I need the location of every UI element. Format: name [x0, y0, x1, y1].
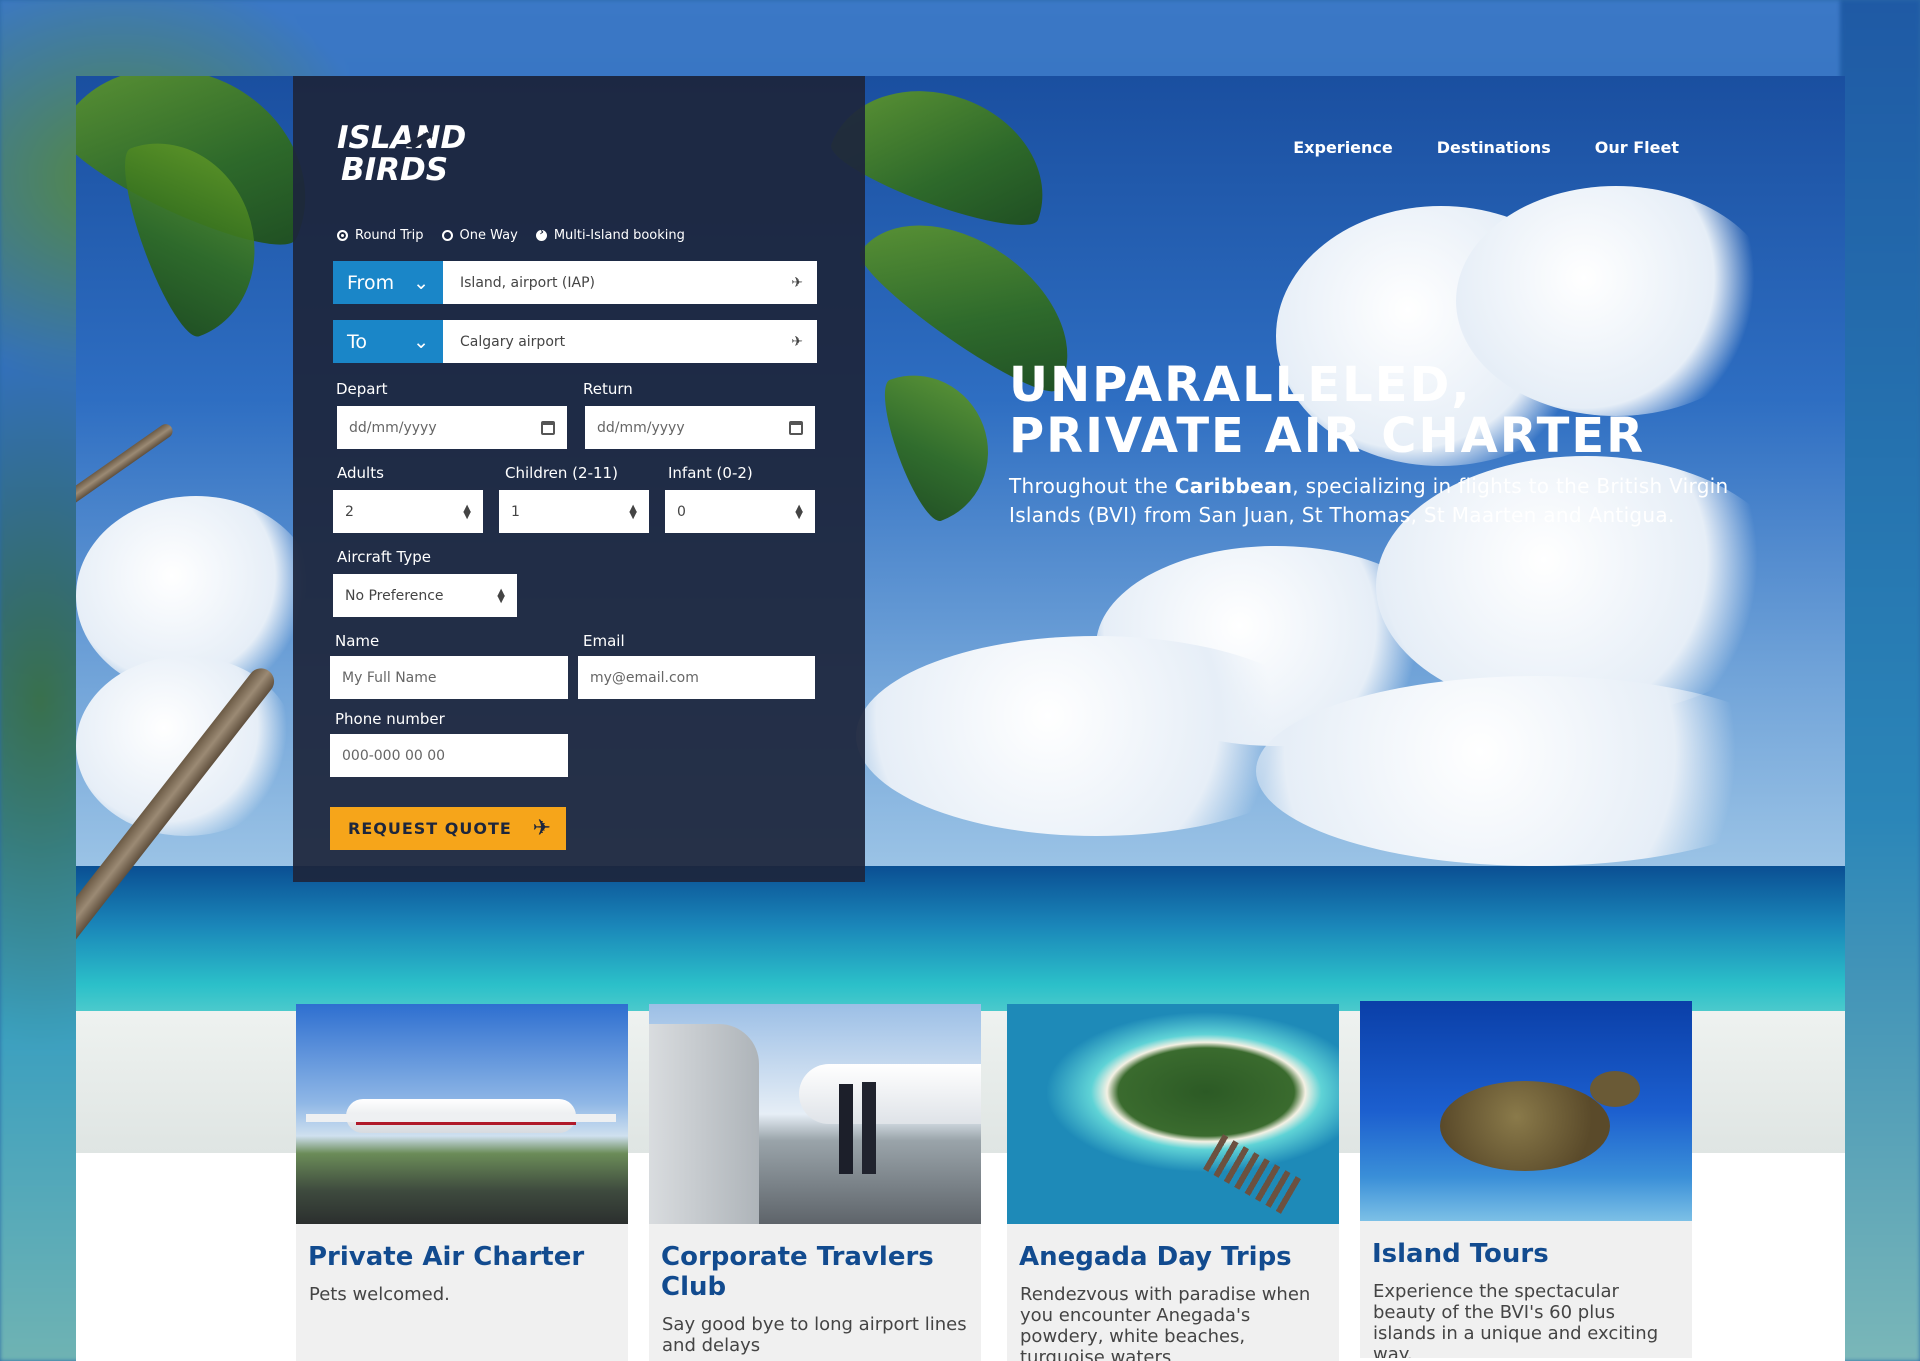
card-text: Say good bye to long airport lines and d…: [662, 1314, 967, 1356]
subtitle-bold: Caribbean: [1174, 474, 1293, 498]
hero-title: UNPARALLELED, PRIVATE AIR CHARTER: [1009, 360, 1729, 462]
request-quote-button[interactable]: REQUEST QUOTE ✈: [330, 807, 566, 850]
radio-round-trip[interactable]: [337, 230, 348, 241]
card-corporate-club[interactable]: Corporate Travlers Club Say good bye to …: [649, 1004, 981, 1361]
card-image-jet: [649, 1004, 981, 1224]
children-select[interactable]: 1 ▲ ▼: [499, 490, 649, 533]
island-birds-logo[interactable]: ISLAND BIRDS: [335, 118, 480, 184]
booking-panel: ISLAND BIRDS Round Trip One Way Multi-Is…: [293, 76, 865, 882]
to-label: To: [347, 330, 368, 353]
to-value: Calgary airport: [460, 333, 566, 350]
from-value: Island, airport (IAP): [460, 274, 595, 291]
updown-arrows-icon: ▲ ▼: [463, 502, 471, 521]
from-select[interactable]: From ⌄: [333, 261, 443, 304]
subtitle-pre: Throughout the: [1009, 474, 1175, 498]
aircraft-select[interactable]: No Preference ▲ ▼: [333, 574, 517, 617]
card-image-plane: [296, 1004, 628, 1224]
name-label: Name: [335, 632, 380, 650]
radio-one-way[interactable]: [441, 230, 453, 241]
hero-subtitle: Throughout the Caribbean, specializing i…: [1009, 472, 1729, 530]
children-value: 1: [511, 503, 520, 520]
card-title: Corporate Travlers Club: [661, 1242, 934, 1302]
calendar-icon[interactable]: [789, 420, 803, 435]
name-placeholder: My Full Name: [342, 669, 437, 686]
name-input[interactable]: My Full Name: [330, 656, 568, 699]
request-quote-label: REQUEST QUOTE: [348, 819, 512, 838]
phone-input[interactable]: 000-000 00 00: [330, 734, 568, 777]
return-placeholder: dd/mm/yyyy: [597, 419, 685, 436]
from-row: From ⌄ Island, airport (IAP) ✈: [333, 261, 817, 304]
children-label: Children (2-11): [505, 464, 618, 482]
main-nav: Experience Destinations Our Fleet: [1293, 138, 1679, 157]
trip-oneway-label: One Way: [459, 228, 518, 243]
to-row: To ⌄ Calgary airport ✈: [333, 320, 817, 363]
trip-round-label: Round Trip: [355, 228, 424, 243]
hero-title-line2: PRIVATE AIR CHARTER: [1009, 408, 1646, 464]
plane-arrival-icon: ✈: [791, 333, 803, 350]
aircraft-label: Aircraft Type: [337, 548, 431, 566]
return-label: Return: [583, 380, 633, 398]
phone-label: Phone number: [335, 710, 445, 728]
card-anegada-trips[interactable]: Anegada Day Trips Rendezvous with paradi…: [1007, 1004, 1339, 1361]
updown-arrows-icon: ▲ ▼: [629, 502, 637, 521]
email-input[interactable]: my@email.com: [578, 656, 815, 699]
infant-label: Infant (0-2): [668, 464, 753, 482]
chevron-down-icon: ⌄: [413, 271, 429, 294]
depart-date-input[interactable]: dd/mm/yyyy: [337, 406, 567, 449]
card-image-turtle: [1360, 1001, 1692, 1221]
radio-multi-island[interactable]: [535, 227, 547, 241]
calendar-icon[interactable]: [541, 420, 555, 435]
trip-multi[interactable]: Multi-Island booking: [535, 227, 685, 243]
nav-our-fleet[interactable]: Our Fleet: [1595, 138, 1679, 157]
depart-label: Depart: [336, 380, 388, 398]
updown-arrows-icon: ▲ ▼: [497, 586, 505, 605]
updown-arrows-icon: ▲ ▼: [795, 502, 803, 521]
hero-title-line1: UNPARALLELED,: [1009, 357, 1472, 413]
trip-multi-label: Multi-Island booking: [553, 228, 685, 243]
card-title: Private Air Charter: [308, 1242, 585, 1272]
card-text: Experience the spectacular beauty of the…: [1373, 1281, 1659, 1358]
card-image-island: [1007, 1004, 1339, 1224]
card-island-tours[interactable]: Island Tours Experience the spectacular …: [1360, 1001, 1692, 1358]
adults-value: 2: [345, 503, 354, 520]
logo-line1: ISLAND: [337, 120, 466, 156]
trip-oneway[interactable]: One Way: [441, 228, 518, 243]
chevron-down-icon: ⌄: [413, 330, 429, 353]
phone-placeholder: 000-000 00 00: [342, 747, 446, 764]
to-input[interactable]: Calgary airport ✈: [443, 320, 817, 363]
plane-departure-icon: ✈: [791, 274, 803, 291]
hero-text: UNPARALLELED, PRIVATE AIR CHARTER Throug…: [1009, 360, 1729, 530]
nav-experience[interactable]: Experience: [1293, 138, 1393, 157]
email-placeholder: my@email.com: [590, 669, 699, 686]
depart-placeholder: dd/mm/yyyy: [349, 419, 437, 436]
return-date-input[interactable]: dd/mm/yyyy: [585, 406, 815, 449]
aircraft-value: No Preference: [345, 587, 444, 604]
card-title: Anegada Day Trips: [1019, 1242, 1292, 1272]
trip-type-group: Round Trip One Way Multi-Island booking: [337, 227, 685, 243]
email-label: Email: [583, 632, 625, 650]
airplane-icon: ✈: [532, 816, 552, 841]
card-private-charter[interactable]: Private Air Charter Pets welcomed.: [296, 1004, 628, 1361]
infant-value: 0: [677, 503, 686, 520]
to-select[interactable]: To ⌄: [333, 320, 443, 363]
page-frame: Experience Destinations Our Fleet UNPARA…: [76, 76, 1845, 1361]
nav-destinations[interactable]: Destinations: [1437, 138, 1551, 157]
card-text: Rendezvous with paradise when you encoun…: [1020, 1284, 1311, 1361]
card-text: Pets welcomed.: [309, 1284, 450, 1305]
adults-select[interactable]: 2 ▲ ▼: [333, 490, 483, 533]
from-label: From: [347, 271, 395, 294]
adults-label: Adults: [337, 464, 384, 482]
card-title: Island Tours: [1372, 1239, 1549, 1269]
from-input[interactable]: Island, airport (IAP) ✈: [443, 261, 817, 304]
infant-select[interactable]: 0 ▲ ▼: [665, 490, 815, 533]
logo-line2: BIRDS: [341, 152, 448, 184]
trip-round[interactable]: Round Trip: [337, 228, 424, 243]
